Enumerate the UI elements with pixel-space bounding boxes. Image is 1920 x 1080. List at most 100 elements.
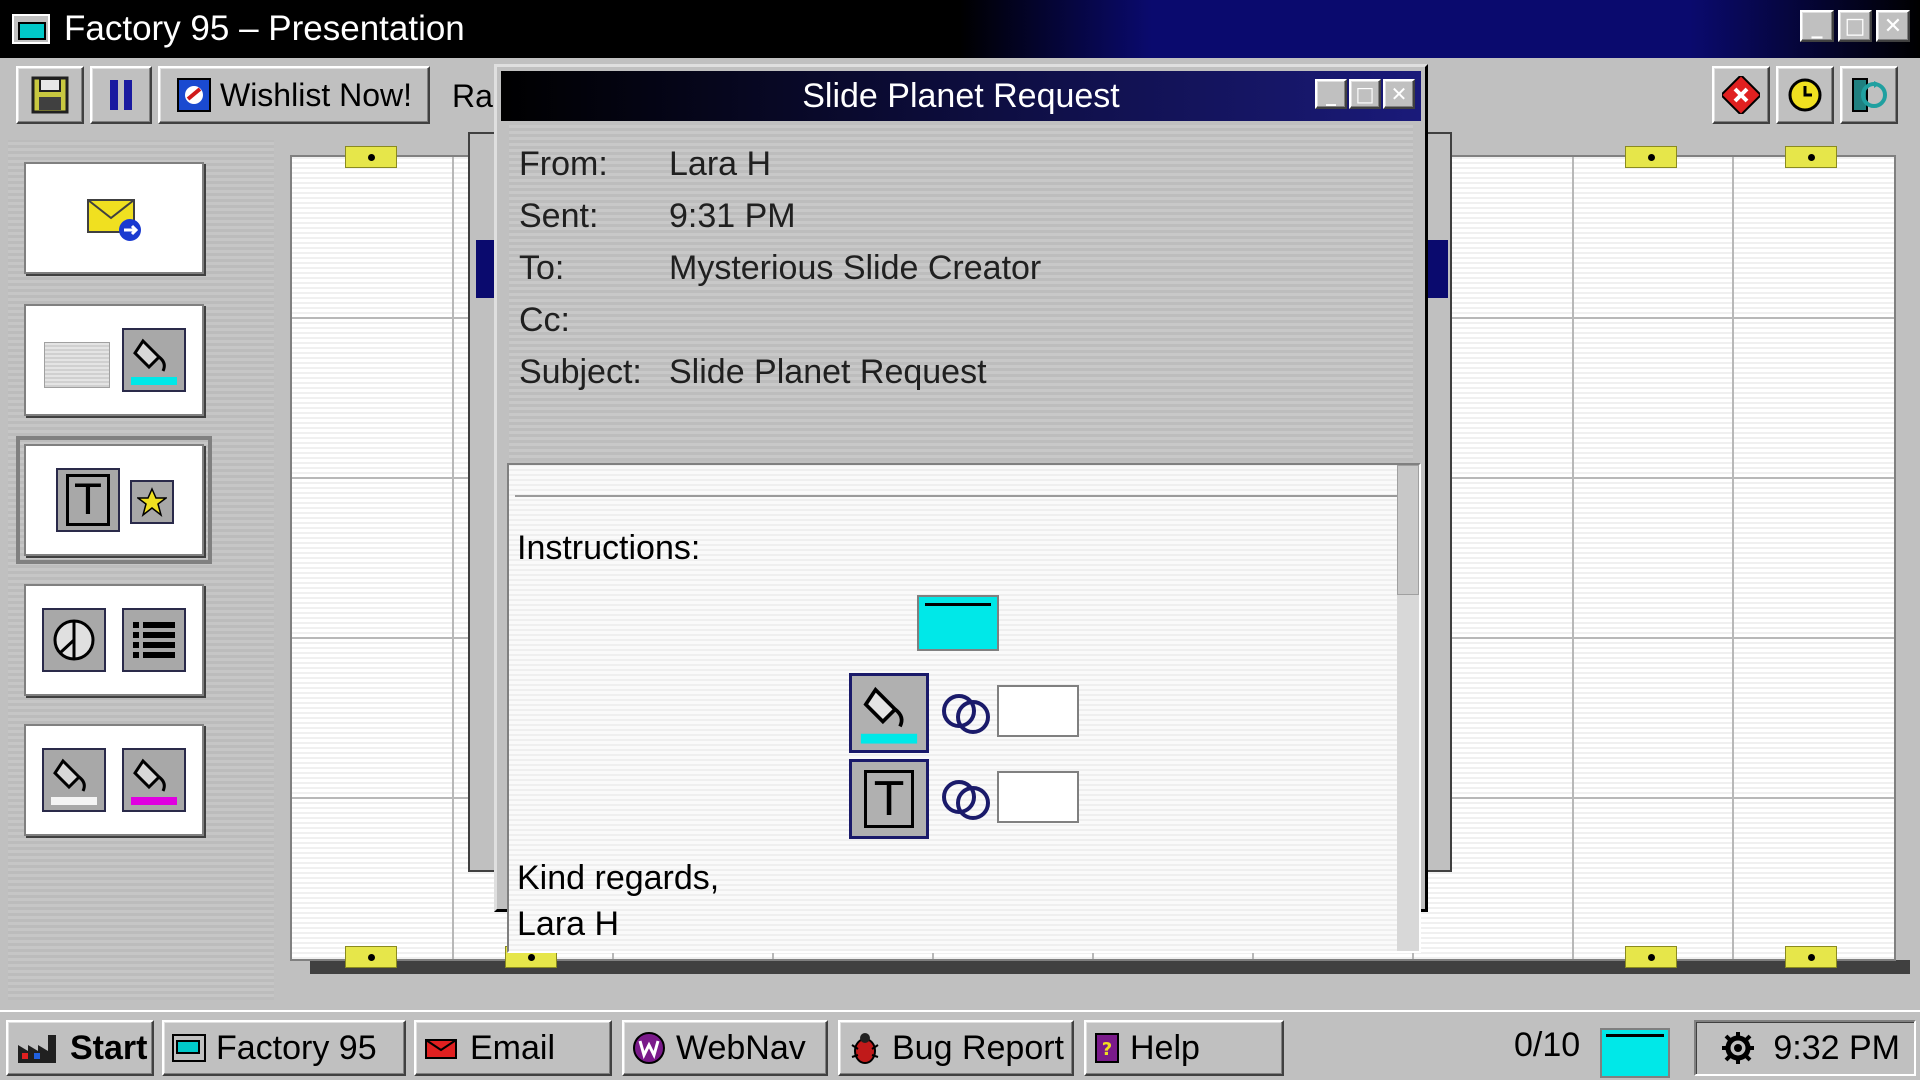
corner-pin[interactable] bbox=[345, 946, 397, 968]
task-email[interactable]: Email bbox=[414, 1020, 612, 1076]
list-icon bbox=[122, 608, 186, 672]
dialog-maximize-button[interactable]: □ bbox=[1349, 79, 1381, 109]
wishlist-label: Wishlist Now! bbox=[219, 76, 412, 113]
save-button[interactable] bbox=[16, 66, 84, 124]
closing-line: Kind regards, bbox=[517, 859, 720, 897]
progress-color-swatch bbox=[1600, 1028, 1670, 1078]
corner-pin[interactable] bbox=[1625, 946, 1677, 968]
corner-pin[interactable] bbox=[345, 146, 397, 168]
maximize-button[interactable]: □ bbox=[1838, 10, 1872, 42]
scrollbar-thumb[interactable] bbox=[1397, 465, 1419, 595]
instruction-fill-row bbox=[849, 673, 1189, 753]
dialog-minimize-button[interactable]: _ bbox=[1315, 79, 1347, 109]
task-factory-95[interactable]: Factory 95 bbox=[162, 1020, 406, 1076]
factory-start-icon bbox=[18, 1035, 56, 1063]
task-label: WebNav bbox=[676, 1028, 806, 1067]
email-icon bbox=[425, 1039, 457, 1059]
corner-pin[interactable] bbox=[1625, 146, 1677, 168]
task-label: Help bbox=[1130, 1028, 1200, 1067]
task-label: Bug Report bbox=[892, 1028, 1064, 1067]
stop-icon bbox=[1722, 76, 1760, 114]
task-label: Factory 95 bbox=[216, 1028, 377, 1067]
dialog-controls: _ □ ✕ bbox=[1315, 79, 1415, 109]
minimize-button[interactable]: _ bbox=[1800, 10, 1834, 42]
settings-gear-icon[interactable] bbox=[1721, 1031, 1755, 1065]
system-tray: 9:32 PM bbox=[1694, 1020, 1916, 1076]
fill-bucket-white-icon bbox=[42, 748, 106, 812]
corner-pin[interactable] bbox=[1785, 946, 1837, 968]
wishlist-icon bbox=[176, 78, 211, 112]
task-help[interactable]: ? Help bbox=[1084, 1020, 1284, 1076]
dialog-title-bar[interactable]: Slide Planet Request _ □ ✕ bbox=[501, 71, 1421, 121]
task-webnav[interactable]: WebNav bbox=[622, 1020, 828, 1076]
tool-card-chart-list[interactable] bbox=[24, 584, 204, 696]
help-icon: ? bbox=[1095, 1033, 1119, 1063]
header-label: Subject: bbox=[519, 353, 642, 391]
header-label: Cc: bbox=[519, 301, 570, 339]
pattern-swatch bbox=[44, 342, 110, 388]
body-divider bbox=[515, 495, 1399, 497]
factory-app-icon bbox=[12, 14, 50, 44]
window-controls: _ □ ✕ bbox=[1800, 10, 1910, 42]
tool-card-email[interactable] bbox=[24, 162, 204, 274]
header-label: Sent: bbox=[519, 197, 599, 235]
bug-icon bbox=[851, 1033, 879, 1064]
pause-button[interactable] bbox=[90, 66, 152, 124]
main-title-bar[interactable]: Factory 95 – Presentation _ □ ✕ bbox=[0, 0, 1920, 58]
chain-link-icon bbox=[942, 694, 990, 734]
fill-bucket-icon bbox=[849, 673, 929, 753]
corner-pin[interactable] bbox=[1785, 146, 1837, 168]
header-value: Slide Planet Request bbox=[669, 353, 987, 391]
text-target-slot[interactable] bbox=[997, 771, 1079, 823]
pause-icon bbox=[110, 80, 132, 110]
clock-icon bbox=[1788, 78, 1822, 112]
fill-target-slot[interactable] bbox=[997, 685, 1079, 737]
star-icon bbox=[130, 480, 174, 524]
grid-line bbox=[1572, 157, 1574, 959]
dialog-title: Slide Planet Request bbox=[802, 76, 1120, 115]
window-title: Factory 95 – Presentation bbox=[64, 9, 465, 48]
instructions-label: Instructions: bbox=[517, 529, 701, 567]
tool-card-text-star[interactable]: T bbox=[16, 436, 212, 564]
grid-line bbox=[452, 157, 454, 959]
header-value: 9:31 PM bbox=[669, 197, 796, 235]
factory-icon bbox=[172, 1034, 206, 1062]
pie-chart-icon bbox=[42, 608, 106, 672]
refresh-button[interactable] bbox=[1840, 66, 1898, 124]
header-value: Mysterious Slide Creator bbox=[669, 249, 1042, 287]
task-label: Email bbox=[470, 1028, 556, 1067]
header-value: Lara H bbox=[669, 145, 772, 183]
text-tool-icon: T bbox=[56, 468, 120, 532]
email-headers: From: Lara H Sent: 9:31 PM To: Mysteriou… bbox=[509, 125, 1413, 461]
scrollbar-track[interactable] bbox=[1397, 465, 1419, 951]
chain-link-icon bbox=[942, 780, 990, 820]
email-body[interactable]: Instructions: T Kind regards, Lara H bbox=[507, 463, 1421, 953]
tools-panel: T bbox=[8, 140, 274, 1000]
wishlist-now-button[interactable]: Wishlist Now! bbox=[158, 66, 430, 124]
floppy-disk-icon bbox=[31, 76, 69, 114]
header-label: From: bbox=[519, 145, 608, 183]
task-bug-report[interactable]: Bug Report bbox=[838, 1020, 1074, 1076]
grid-line bbox=[1732, 157, 1734, 959]
dialog-close-button[interactable]: ✕ bbox=[1383, 79, 1415, 109]
tool-card-background-fill[interactable] bbox=[24, 304, 204, 416]
refresh-icon bbox=[1852, 78, 1887, 112]
text-tool-icon: T bbox=[849, 759, 929, 839]
start-button[interactable]: Start bbox=[6, 1020, 154, 1076]
stop-button[interactable] bbox=[1712, 66, 1770, 124]
clock: 9:32 PM bbox=[1773, 1028, 1900, 1067]
signature-line: Lara H bbox=[517, 905, 620, 943]
email-envelope-icon bbox=[87, 199, 141, 241]
email-dialog: Slide Planet Request _ □ ✕ From: Lara H … bbox=[494, 64, 1428, 953]
header-label: To: bbox=[519, 249, 565, 287]
fill-bucket-magenta-icon bbox=[122, 748, 186, 812]
svg-text:?: ? bbox=[1102, 1039, 1112, 1060]
target-color-swatch bbox=[917, 595, 999, 651]
timer-button[interactable] bbox=[1776, 66, 1834, 124]
instruction-text-row: T bbox=[849, 759, 1189, 839]
close-button[interactable]: ✕ bbox=[1876, 10, 1910, 42]
webnav-icon bbox=[633, 1032, 665, 1064]
progress-counter: 0/10 bbox=[1514, 1026, 1581, 1064]
tool-card-fill-colors[interactable] bbox=[24, 724, 204, 836]
toolbar-cutoff-label: Ra bbox=[452, 78, 493, 114]
